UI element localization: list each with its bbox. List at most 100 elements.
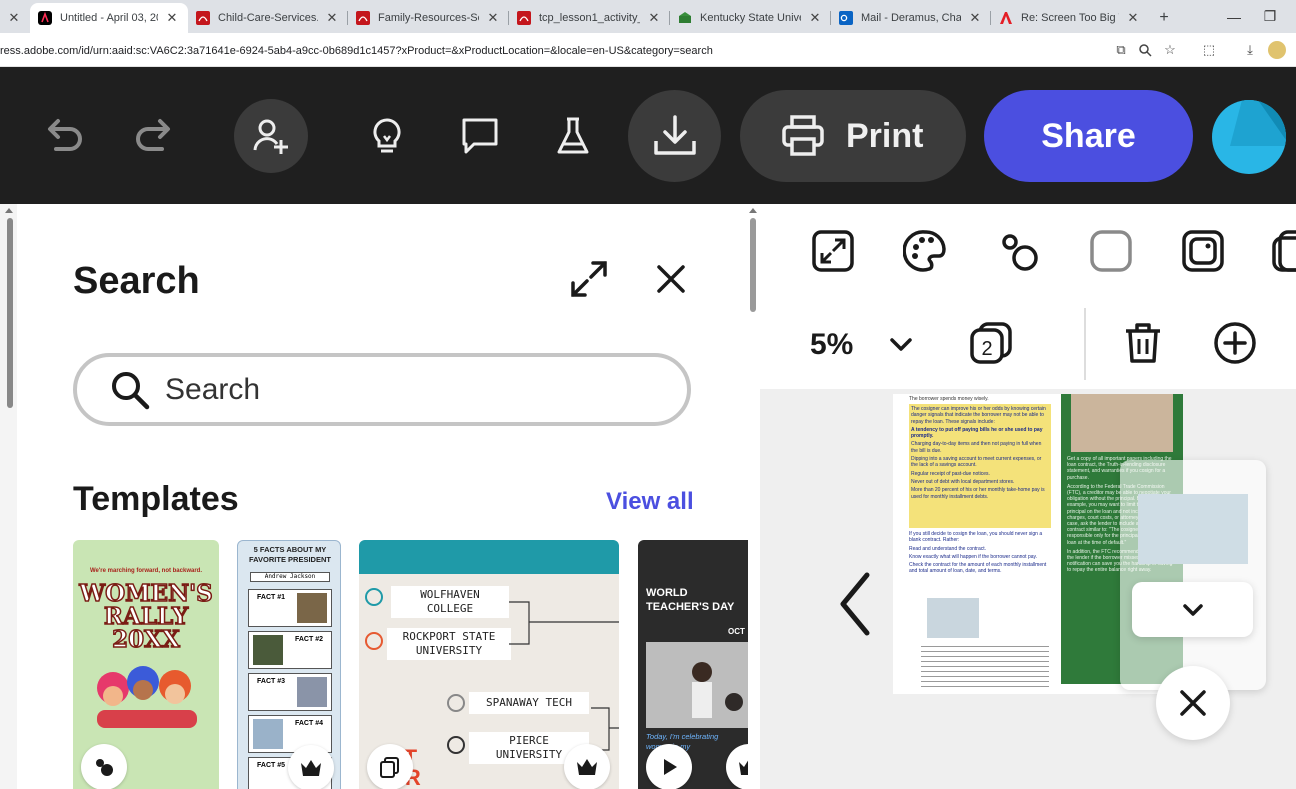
close-icon[interactable]: ✕	[324, 10, 340, 26]
close-icon[interactable]: ✕	[485, 10, 501, 26]
trash-icon	[1126, 323, 1160, 363]
plus-icon: +	[1159, 9, 1169, 26]
tab-kentucky-state[interactable]: Kentucky State University ✕	[670, 3, 831, 33]
adobe-express-icon	[38, 11, 52, 25]
play-icon	[664, 759, 677, 775]
delete-page-button[interactable]	[1120, 320, 1166, 366]
download-icon[interactable]: ⤓	[1241, 41, 1259, 59]
zoom-dropdown-button[interactable]	[886, 330, 916, 360]
search-box[interactable]	[73, 353, 691, 426]
invite-button[interactable]	[234, 99, 308, 173]
tab-mail[interactable]: Mail - Deramus, Chandra ✕	[831, 3, 991, 33]
template-college-bracket[interactable]: WOLFHAVEN COLLEGE ROCKPORT STATE UNIVERSIT…	[359, 540, 619, 789]
chevron-down-icon	[890, 338, 912, 351]
panel-scrollbar-thumb[interactable]	[750, 218, 756, 312]
ideas-button[interactable]	[360, 109, 414, 163]
template-womens-rally[interactable]: We're marching forward, not backward. WO…	[73, 540, 219, 789]
install-app-icon[interactable]: ⧉	[1112, 41, 1130, 59]
template-heading: 5 FACTS ABOUT MY FAVORITE PRESIDENT	[238, 545, 340, 565]
scroll-up-arrow-icon[interactable]	[5, 208, 13, 213]
page-text: More than 20 percent of his or her month…	[911, 487, 1045, 500]
previous-page-button[interactable]	[830, 564, 880, 644]
close-icon[interactable]: ✕	[646, 10, 662, 26]
fact-label: FACT #3	[257, 678, 286, 685]
close-preview-button[interactable]	[1156, 666, 1230, 740]
new-tab-button[interactable]: +	[1149, 3, 1179, 33]
bracket-text: WOLFHAVEN	[420, 588, 480, 601]
undo-button[interactable]	[36, 109, 90, 163]
copy-style-icon	[1272, 230, 1296, 272]
color-palette-button[interactable]	[902, 228, 948, 274]
add-page-button[interactable]	[1212, 320, 1258, 366]
url-field[interactable]: ress.adobe.com/id/urn:aaid:sc:VA6C2:3a71…	[0, 39, 1105, 63]
tab-tcp-lesson[interactable]: tcp_lesson1_activity_letter ✕	[509, 3, 670, 33]
resize-icon	[812, 230, 854, 272]
canvas-tools: 5% 2	[760, 204, 1296, 389]
puzzle-image	[927, 598, 979, 638]
outlook-icon	[839, 11, 853, 25]
rounded-square-icon	[1090, 230, 1132, 272]
template-photo	[646, 642, 748, 728]
zoom-icon[interactable]	[1136, 41, 1154, 59]
tab-title: Kentucky State University	[700, 12, 801, 24]
user-avatar[interactable]	[1212, 100, 1286, 174]
view-all-link[interactable]: View all	[606, 488, 694, 516]
comment-button[interactable]	[453, 109, 507, 163]
close-panel-button[interactable]	[648, 256, 694, 302]
svg-text:2: 2	[981, 338, 992, 360]
close-icon[interactable]: ✕	[6, 10, 22, 26]
close-icon[interactable]: ✕	[1125, 10, 1141, 26]
share-button[interactable]: Share	[984, 90, 1193, 182]
expand-panel-button[interactable]	[566, 256, 612, 302]
labs-button[interactable]	[546, 109, 600, 163]
tab-title: tcp_lesson1_activity_letter	[539, 12, 640, 24]
left-scrollbar-thumb[interactable]	[7, 218, 13, 408]
more-tools-button[interactable]	[1270, 228, 1296, 274]
redo-button[interactable]	[128, 109, 182, 163]
template-heading: WOMEN'S RALLY 20XX	[73, 581, 219, 652]
background-button[interactable]	[1180, 228, 1226, 274]
chevron-down-icon	[1182, 603, 1203, 616]
bracket-text: UNIVERSITY	[415, 644, 483, 657]
collapse-pages-button[interactable]	[1132, 582, 1253, 637]
panel-title: Search	[73, 260, 200, 302]
women-illustration	[97, 666, 197, 728]
fact-label: FACT #4	[294, 720, 323, 727]
ksu-icon	[678, 11, 692, 25]
extensions-icon[interactable]: ⬚	[1200, 41, 1218, 59]
page-text: Read and understand the contract.	[909, 545, 986, 552]
animate-button[interactable]	[996, 228, 1042, 274]
minimize-button[interactable]: —	[1216, 0, 1252, 33]
template-president-facts[interactable]: 5 FACTS ABOUT MY FAVORITE PRESIDENT Andr…	[237, 540, 341, 789]
tab-close-fragment[interactable]: ✕	[0, 3, 30, 33]
tab-family-resources[interactable]: Family-Resources-Service ✕	[348, 3, 509, 33]
restore-button[interactable]: ❐	[1252, 0, 1288, 33]
pdf-icon	[196, 11, 210, 25]
left-scroll-track	[0, 204, 17, 789]
page-thumbnail-card[interactable]	[1120, 460, 1266, 690]
browser-tab-strip: ✕ Untitled - April 03, 2025 a ✕ Child-Ca…	[0, 0, 1296, 33]
tab-title: Untitled - April 03, 2025 a	[60, 12, 158, 24]
page-text: Never out of debt with local department …	[911, 478, 1015, 485]
close-icon[interactable]: ✕	[967, 10, 983, 26]
tab-re-screen[interactable]: Re: Screen Too Big When ✕	[991, 3, 1149, 33]
close-icon[interactable]: ✕	[164, 10, 180, 26]
search-input[interactable]	[165, 372, 645, 407]
tab-child-care[interactable]: Child-Care-Services.pdf ✕	[188, 3, 348, 33]
template-teachers-day[interactable]: WORLD TEACHER'S DAY OCT Today, I'm celebr…	[638, 540, 748, 789]
download-button[interactable]	[628, 90, 721, 182]
shape-button[interactable]	[1088, 228, 1134, 274]
plus-circle-icon	[1214, 322, 1256, 364]
page-paragraph-lines	[921, 642, 1049, 688]
premium-crown-icon	[739, 760, 748, 775]
profile-avatar[interactable]	[1268, 41, 1286, 59]
resize-button[interactable]	[810, 228, 856, 274]
close-icon[interactable]: ✕	[807, 10, 823, 26]
bookmark-star-icon[interactable]: ☆	[1161, 41, 1179, 59]
scroll-up-arrow-icon[interactable]	[749, 208, 757, 213]
zoom-level[interactable]: 5%	[810, 328, 853, 362]
tab-untitled[interactable]: Untitled - April 03, 2025 a ✕	[30, 3, 188, 33]
template-badge	[81, 744, 127, 789]
pages-button[interactable]: 2	[968, 320, 1014, 366]
print-button[interactable]: Print	[740, 90, 966, 182]
